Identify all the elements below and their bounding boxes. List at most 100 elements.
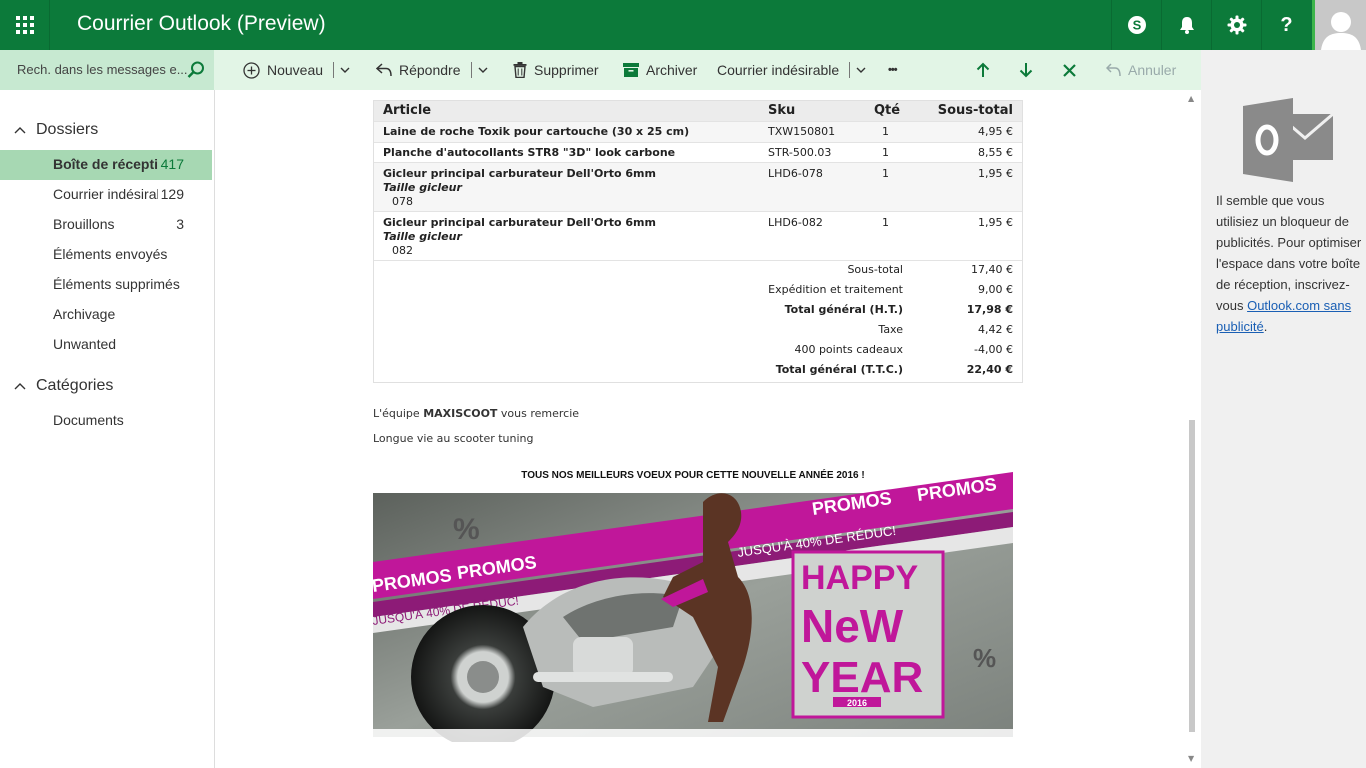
- folders-header[interactable]: Dossiers: [14, 118, 98, 142]
- reply-icon: [376, 63, 392, 77]
- item-option-value: 082: [392, 244, 413, 257]
- search-icon[interactable]: [186, 60, 206, 80]
- close-icon: [1063, 63, 1076, 77]
- year-number: 2016: [847, 698, 867, 708]
- category-documents[interactable]: Documents: [0, 406, 212, 436]
- order-table-header: Article Sku Qté Sous-total: [374, 101, 1022, 121]
- arrow-down-icon: [1019, 63, 1033, 78]
- item-subtotal: 1,95 €: [978, 216, 1013, 229]
- total-row: 400 points cadeaux -4,00 €: [374, 341, 1022, 361]
- reading-pane-scrollbar[interactable]: ▲ ▼: [1185, 90, 1201, 768]
- reply-button[interactable]: Répondre: [376, 50, 495, 90]
- reading-pane: Article Sku Qté Sous-total Laine de roch…: [215, 90, 1201, 768]
- delete-button[interactable]: Supprimer: [513, 50, 599, 90]
- header-sku: Sku: [768, 103, 796, 118]
- unread-count: 129: [160, 186, 184, 202]
- ad-blocker-message: Il semble que vous utilisiez un bloqueur…: [1216, 190, 1364, 337]
- item-name: Gicleur principal carburateur Dell'Orto …: [383, 167, 656, 180]
- folder-inbox[interactable]: Boîte de réception 417: [0, 150, 212, 180]
- chevron-down-icon[interactable]: [856, 67, 866, 74]
- item-qte: 1: [882, 146, 889, 159]
- ad-message-end: .: [1263, 319, 1268, 334]
- item-sku: STR-500.03: [768, 146, 832, 159]
- total-value: 4,42 €: [978, 323, 1013, 336]
- new-button[interactable]: Nouveau: [243, 50, 357, 90]
- app-title[interactable]: Courrier Outlook (Preview): [77, 12, 326, 36]
- notifications-button[interactable]: [1161, 0, 1211, 50]
- item-name: Planche d'autocollants STR8 "3D" look ca…: [383, 146, 676, 159]
- table-row: Planche d'autocollants STR8 "3D" look ca…: [374, 142, 1022, 162]
- folder-label: Unwanted: [53, 336, 117, 352]
- order-table: Article Sku Qté Sous-total Laine de roch…: [373, 100, 1023, 383]
- item-sku: LHD6-078: [768, 167, 823, 180]
- total-value: -4,00 €: [974, 343, 1013, 356]
- categories-header[interactable]: Catégories: [14, 374, 113, 398]
- total-value: 17,40 €: [971, 263, 1013, 276]
- top-bar: Courrier Outlook (Preview) S ?: [0, 0, 1366, 50]
- separator: [333, 62, 335, 78]
- user-avatar-button[interactable]: [1312, 0, 1366, 50]
- folder-deleted[interactable]: Éléments supprimés: [0, 270, 212, 300]
- chevron-up-icon: [14, 127, 26, 134]
- search-box[interactable]: Rech. dans les messages e...: [0, 50, 214, 90]
- previous-message-button[interactable]: [976, 50, 997, 90]
- folder-sent[interactable]: Éléments envoyés: [0, 240, 212, 270]
- promo-banner-graphic: PROMOS PROMOS PROMOS PROMOS JUSQU'À 40% …: [373, 472, 1013, 742]
- scroll-thumb[interactable]: [1189, 420, 1195, 732]
- total-label: 400 points cadeaux: [794, 343, 903, 356]
- thanks-prefix: L'équipe: [373, 407, 424, 420]
- total-row: Sous-total 17,40 €: [374, 261, 1022, 281]
- folder-pane: Dossiers Boîte de réception 417 Courrier…: [0, 90, 215, 768]
- tagline: Longue vie au scooter tuning: [373, 432, 534, 445]
- table-row: Gicleur principal carburateur Dell'Orto …: [374, 211, 1022, 260]
- junk-button[interactable]: Courrier indésirable: [717, 50, 873, 90]
- total-row: Total général (T.T.C.) 22,40 €: [374, 361, 1022, 381]
- archive-button[interactable]: Archiver: [623, 50, 697, 90]
- table-row: Laine de roche Toxik pour cartouche (30 …: [374, 121, 1022, 142]
- folder-label: Boîte de réception: [53, 156, 158, 172]
- undo-label: Annuler: [1128, 62, 1177, 78]
- chevron-up-icon: [14, 383, 26, 390]
- item-qte: 1: [882, 125, 889, 138]
- folder-unwanted[interactable]: Unwanted: [0, 330, 212, 360]
- folder-drafts[interactable]: Brouillons 3: [0, 210, 212, 240]
- total-label: Taxe: [878, 323, 903, 336]
- command-bar: Rech. dans les messages e... Nouveau Rép…: [0, 50, 1201, 90]
- item-sku: TXW150801: [768, 125, 836, 138]
- new-label: Nouveau: [267, 62, 324, 78]
- help-button[interactable]: ?: [1261, 0, 1311, 50]
- chevron-down-icon[interactable]: [340, 67, 350, 74]
- scroll-up-icon[interactable]: ▲: [1188, 94, 1194, 103]
- header-qte: Qté: [874, 103, 901, 118]
- folder-junk[interactable]: Courrier indésirable 129: [0, 180, 212, 210]
- total-label: Sous-total: [847, 263, 903, 276]
- archive-icon: [623, 63, 639, 77]
- new-text: NeW: [801, 600, 904, 652]
- thanks-suffix: vous remercie: [497, 407, 580, 420]
- item-subtotal: 4,95 €: [978, 125, 1013, 138]
- folder-label: Éléments envoyés: [53, 246, 168, 262]
- svg-text:%: %: [453, 513, 480, 546]
- skype-button[interactable]: S: [1111, 0, 1161, 50]
- settings-button[interactable]: [1211, 0, 1261, 50]
- more-actions-button[interactable]: •••: [888, 50, 898, 90]
- close-message-button[interactable]: [1063, 50, 1083, 90]
- search-input[interactable]: Rech. dans les messages e...: [17, 62, 188, 77]
- total-label: Expédition et traitement: [768, 283, 903, 296]
- chevron-down-icon[interactable]: [478, 67, 488, 74]
- junk-label: Courrier indésirable: [717, 62, 840, 78]
- scroll-down-icon[interactable]: ▼: [1188, 754, 1194, 763]
- reply-label: Répondre: [399, 62, 461, 78]
- happy-text: HAPPY: [801, 559, 918, 597]
- app-launcher-button[interactable]: [0, 0, 50, 50]
- outlook-logo-icon: [1243, 98, 1334, 182]
- ad-pane: Il semble que vous utilisiez un bloqueur…: [1201, 50, 1366, 768]
- unread-count: 417: [160, 156, 184, 172]
- next-message-button[interactable]: [1019, 50, 1040, 90]
- folder-archive[interactable]: Archivage: [0, 300, 212, 330]
- undo-button[interactable]: Annuler: [1106, 50, 1176, 90]
- header-subtotal: Sous-total: [937, 103, 1013, 118]
- item-qte: 1: [882, 167, 889, 180]
- arrow-up-icon: [976, 62, 990, 77]
- item-qte: 1: [882, 216, 889, 229]
